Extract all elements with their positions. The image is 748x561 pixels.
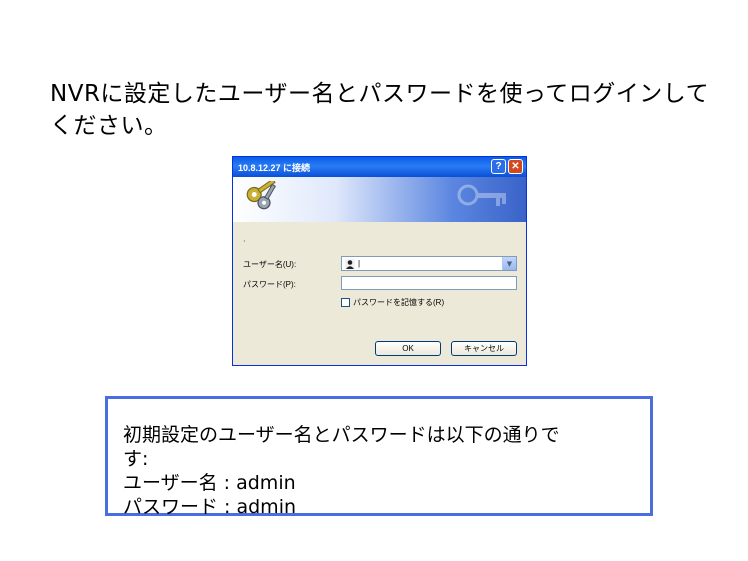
password-field[interactable] <box>341 276 517 290</box>
keys-icon <box>246 181 276 210</box>
remember-label: パスワードを記憶する(R) <box>353 298 445 307</box>
credentials-line: す: <box>123 448 149 470</box>
ok-button[interactable]: OK <box>375 341 441 356</box>
help-button[interactable]: ? <box>491 159 506 174</box>
username-value: | <box>358 259 361 268</box>
instruction-text: NVRに設定したユーザー名とパスワードを使ってログインしてください。 <box>50 81 710 139</box>
credentials-text: 初期設定のユーザー名とパスワードは以下の通りで す: ユーザー名 : admin… <box>123 423 633 519</box>
dialog-title: 10.8.12.27 に接続 <box>238 162 311 173</box>
username-credential: ユーザー名 : admin <box>123 472 296 494</box>
login-dialog: 10.8.12.27 に接続 ? ✕ · ユーザー名(U): | ▼ パスワード… <box>232 156 527 366</box>
chevron-down-icon[interactable]: ▼ <box>502 257 516 270</box>
dialog-titlebar[interactable]: 10.8.12.27 に接続 ? ✕ <box>233 157 526 177</box>
close-button[interactable]: ✕ <box>508 159 523 174</box>
dialog-message: · <box>243 237 246 246</box>
default-credentials-box: 初期設定のユーザー名とパスワードは以下の通りで す: ユーザー名 : admin… <box>105 396 653 519</box>
remember-checkbox[interactable] <box>341 298 350 307</box>
user-avatar-icon <box>345 258 355 269</box>
cancel-button[interactable]: キャンセル <box>451 341 517 356</box>
username-label: ユーザー名(U): <box>243 260 297 269</box>
credentials-line: 初期設定のユーザー名とパスワードは以下の通りで <box>123 424 560 446</box>
password-credential: パスワード : admin <box>123 496 297 518</box>
remember-password[interactable]: パスワードを記憶する(R) <box>341 297 444 308</box>
keys-watermark-icon <box>457 184 506 206</box>
dialog-banner <box>233 177 526 222</box>
username-combobox[interactable]: | ▼ <box>341 256 517 271</box>
password-label: パスワード(P): <box>243 280 296 289</box>
